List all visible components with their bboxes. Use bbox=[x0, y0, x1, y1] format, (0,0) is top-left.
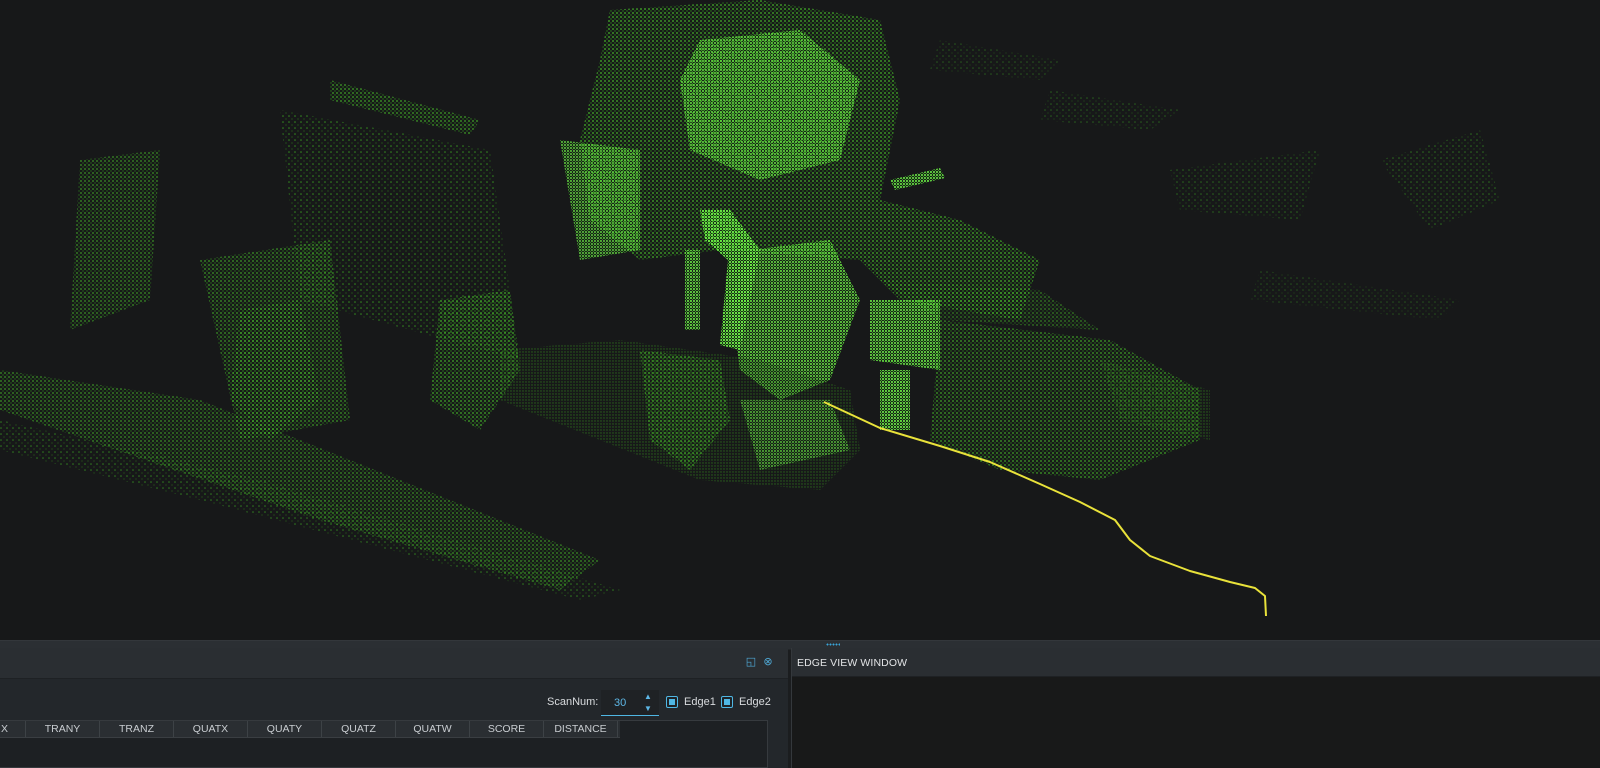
grip-icon[interactable] bbox=[826, 643, 840, 646]
column-header-quatw[interactable]: QUATW bbox=[396, 721, 470, 737]
column-header-score[interactable]: SCORE bbox=[470, 721, 544, 737]
edge-view-canvas[interactable] bbox=[792, 677, 1600, 768]
registration-panel: ◱ ⊗ ScanNum: 30 ▲ ▼ Edge1 Edge2 X TRANY … bbox=[0, 648, 788, 768]
pose-table[interactable]: X TRANY TRANZ QUATX QUATY QUATZ QUATW SC… bbox=[0, 720, 768, 768]
edge-view-panel: EDGE VIEW WINDOW bbox=[791, 648, 1600, 768]
scan-num-value[interactable]: 30 bbox=[614, 697, 626, 709]
column-header-quatz[interactable]: QUATZ bbox=[322, 721, 396, 737]
column-header-distance[interactable]: DISTANCE bbox=[544, 721, 618, 737]
panel-titlebar: ◱ ⊗ bbox=[0, 648, 788, 679]
column-header-trany[interactable]: TRANY bbox=[26, 721, 100, 737]
edge1-checkbox[interactable] bbox=[666, 696, 678, 708]
column-header-quatx[interactable]: QUATX bbox=[174, 721, 248, 737]
edge2-label[interactable]: Edge2 bbox=[739, 696, 771, 708]
point-cloud-viewport[interactable] bbox=[0, 0, 1600, 640]
edge1-label[interactable]: Edge1 bbox=[684, 696, 716, 708]
scan-num-spinbox[interactable]: 30 ▲ ▼ bbox=[601, 690, 659, 716]
column-header-tranz[interactable]: TRANZ bbox=[100, 721, 174, 737]
close-icon[interactable]: ⊗ bbox=[762, 656, 774, 668]
edge2-checkbox[interactable] bbox=[721, 696, 733, 708]
float-icon[interactable]: ◱ bbox=[745, 656, 757, 668]
column-header-quaty[interactable]: QUATY bbox=[248, 721, 322, 737]
column-header-x[interactable]: X bbox=[0, 721, 26, 737]
scan-num-label: ScanNum: bbox=[547, 696, 599, 708]
edge-view-title: EDGE VIEW WINDOW bbox=[797, 657, 908, 669]
point-cloud-canvas[interactable] bbox=[0, 0, 1600, 640]
edge-view-titlebar: EDGE VIEW WINDOW bbox=[792, 648, 1600, 677]
point-cloud bbox=[0, 0, 1500, 600]
scan-controls: ScanNum: 30 ▲ ▼ Edge1 Edge2 bbox=[0, 688, 788, 718]
table-header: X TRANY TRANZ QUATX QUATY QUATZ QUATW SC… bbox=[0, 721, 620, 738]
chevron-down-icon[interactable]: ▼ bbox=[643, 704, 653, 714]
chevron-up-icon[interactable]: ▲ bbox=[643, 692, 653, 702]
